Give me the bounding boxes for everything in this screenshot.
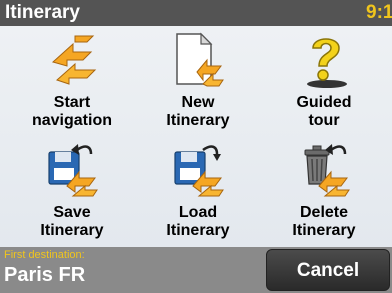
first-destination-value: Paris FR (4, 264, 86, 286)
label-line: Delete (299, 204, 349, 221)
start-navigation-arrows-icon (51, 35, 97, 85)
clock: 9:1 (366, 2, 392, 23)
tile-label: Save Itinerary (14, 204, 130, 240)
itinerary-screen: Itinerary 9:1 Start navigation New Itine… (0, 0, 392, 293)
first-destination-label: First destination: (4, 249, 85, 261)
question-mark-icon (307, 38, 347, 88)
load-disk-icon (174, 145, 224, 197)
label-line: tour (308, 112, 340, 129)
save-disk-icon (48, 144, 98, 197)
label-line: Load (178, 204, 218, 221)
save-itinerary-button[interactable]: Save Itinerary (14, 136, 130, 242)
label-line: navigation (31, 112, 112, 129)
cancel-button[interactable]: Cancel (266, 249, 390, 291)
start-navigation-button[interactable]: Start navigation (14, 26, 130, 132)
menu-grid: Start navigation New Itinerary Guided to… (0, 26, 392, 247)
label-line: Itinerary (166, 222, 230, 239)
tile-label: Guided tour (266, 94, 382, 130)
title-bar: Itinerary 9:1 (0, 0, 392, 26)
delete-itinerary-button[interactable]: Delete Itinerary (266, 136, 382, 242)
label-line: Itinerary (292, 222, 356, 239)
label-line: Itinerary (166, 112, 230, 129)
trash-can-icon (304, 144, 350, 197)
new-itinerary-button[interactable]: New Itinerary (140, 26, 256, 132)
load-itinerary-button[interactable]: Load Itinerary (140, 136, 256, 242)
tile-label: New Itinerary (140, 94, 256, 130)
tile-label: Delete Itinerary (266, 204, 382, 240)
bottom-bar: First destination: Paris FR Cancel (0, 247, 392, 293)
label-line: New (181, 94, 215, 111)
label-line: Itinerary (40, 222, 104, 239)
label-line: Guided (296, 94, 352, 111)
page-title: Itinerary (5, 2, 80, 23)
label-line: Start (53, 94, 91, 111)
label-line: Save (53, 204, 91, 221)
tile-label: Load Itinerary (140, 204, 256, 240)
new-document-icon (176, 32, 224, 87)
tile-label: Start navigation (14, 94, 130, 130)
cancel-label: Cancel (296, 260, 360, 281)
guided-tour-button[interactable]: Guided tour (266, 26, 382, 132)
